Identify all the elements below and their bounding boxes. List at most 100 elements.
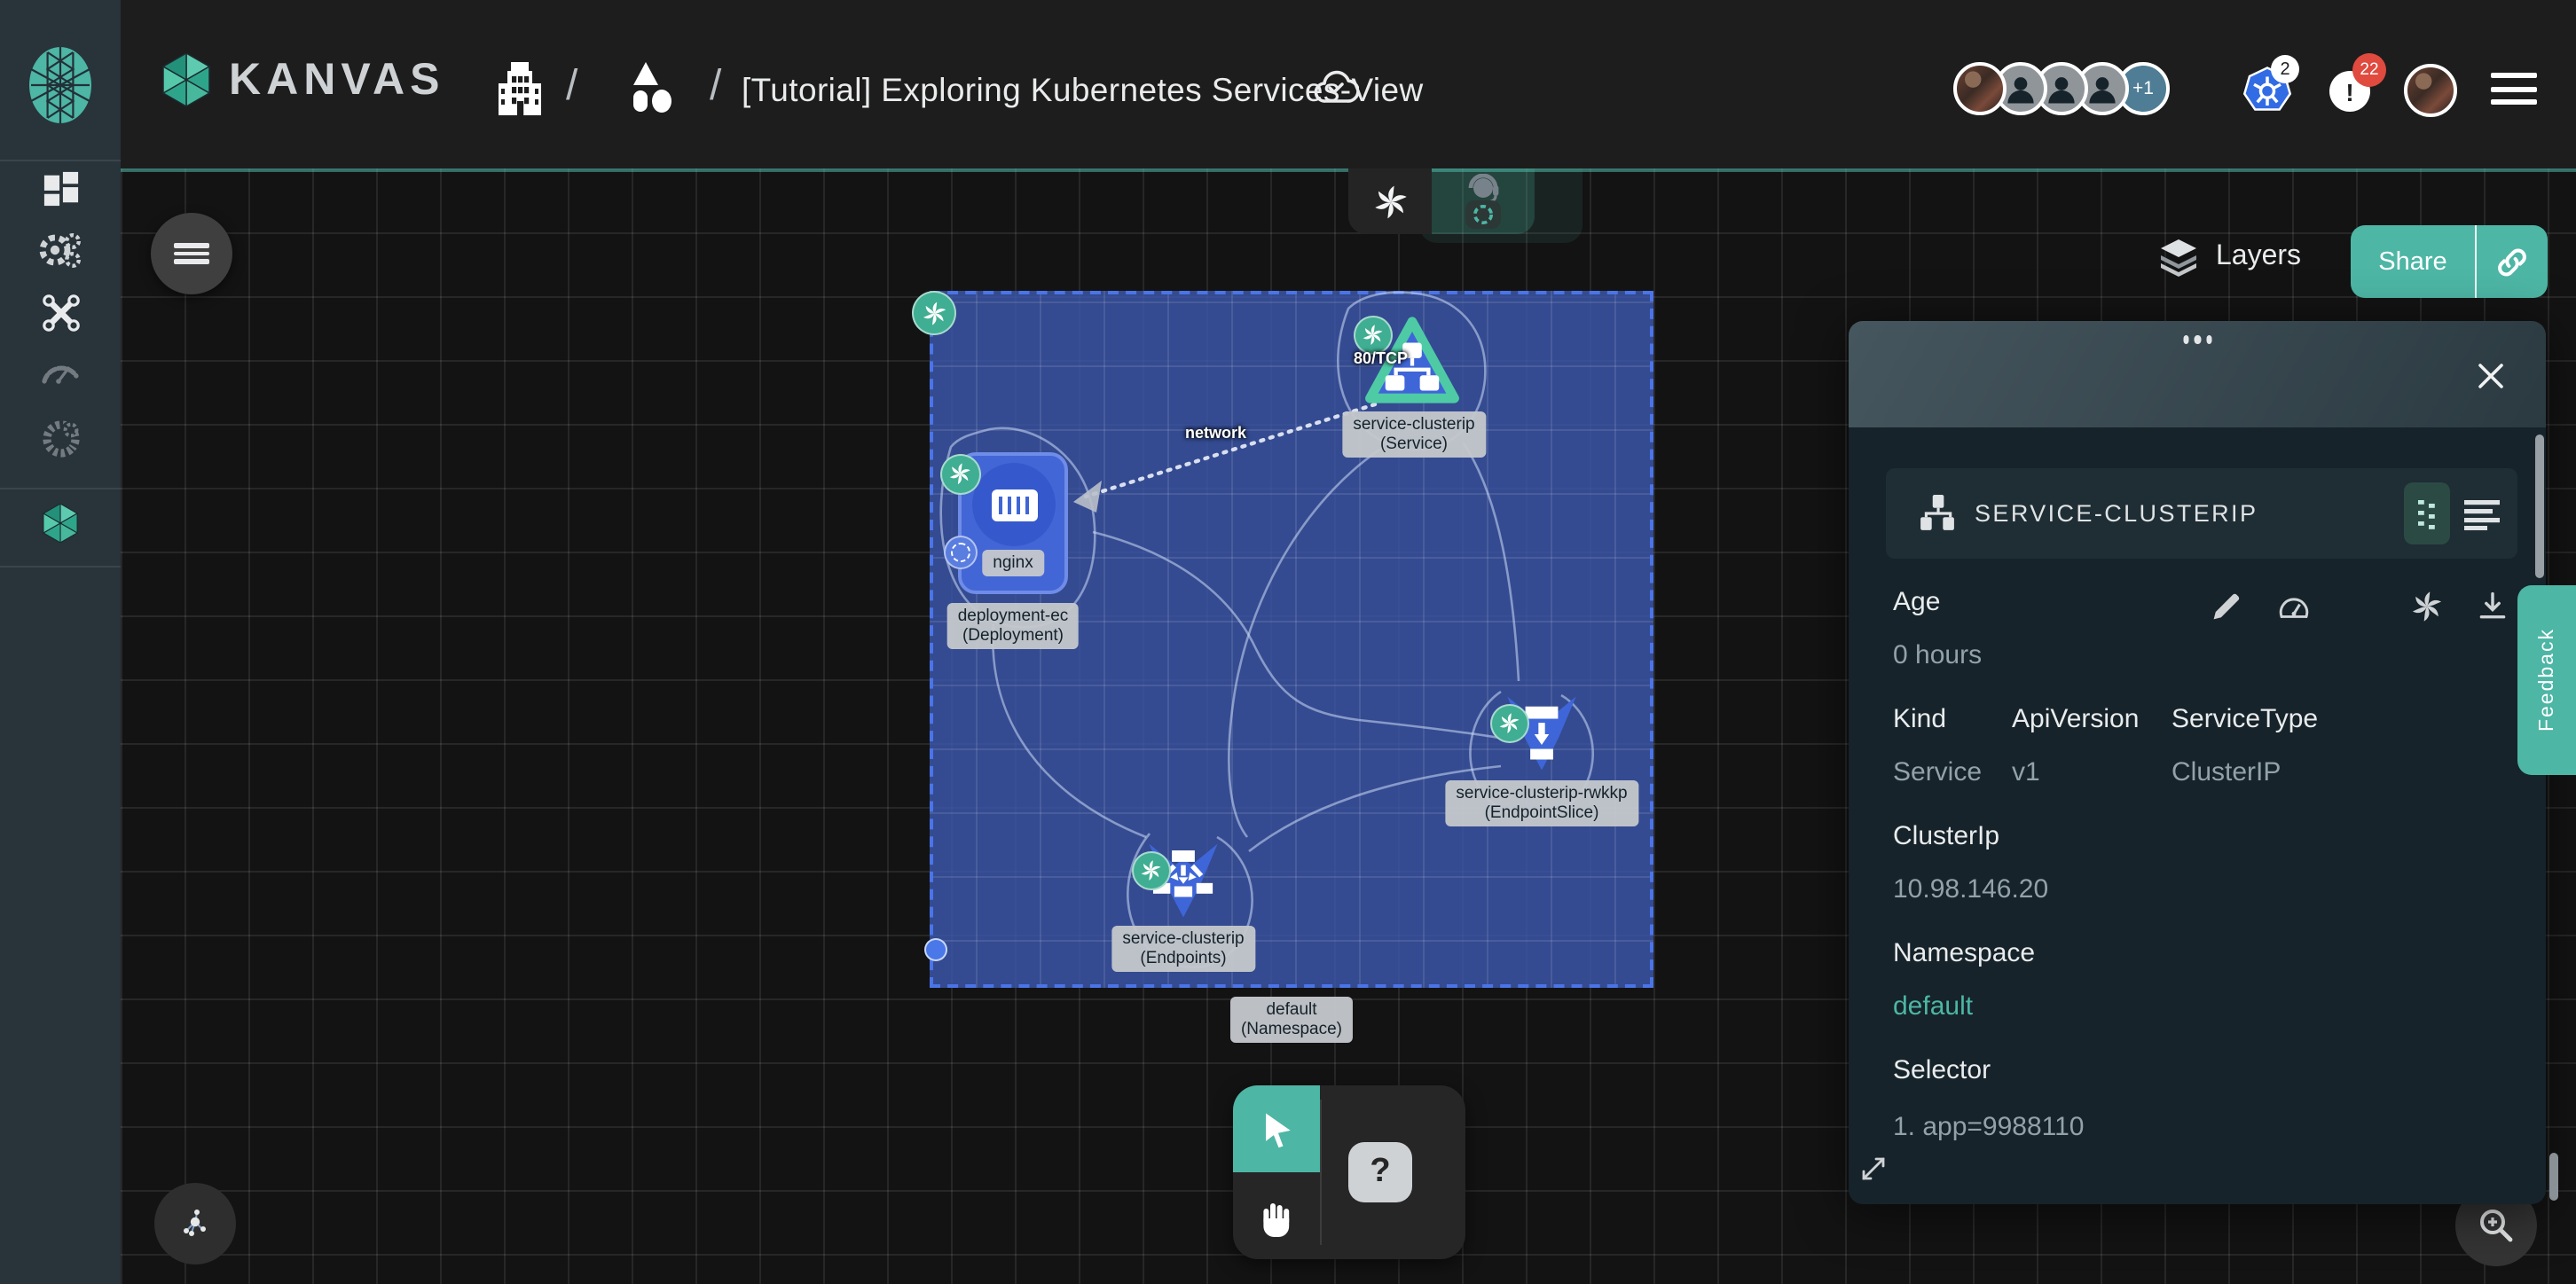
layers-control[interactable]: Layers (2157, 236, 2301, 278)
selector-label: Selector (1893, 1055, 1991, 1085)
user-avatar[interactable] (2404, 64, 2457, 117)
breadcrumb-separator: / (566, 62, 577, 112)
pinwheel-icon (1497, 711, 1521, 735)
performance-gauge-icon[interactable] (2278, 591, 2310, 622)
gauge-icon (39, 351, 82, 387)
edge-arrowhead (1073, 481, 1102, 513)
endpoints-status-badge[interactable] (1132, 851, 1171, 890)
feedback-tab[interactable]: Feedback (2517, 585, 2576, 775)
cloud-saved-icon (1313, 67, 1359, 106)
organization-icon[interactable] (499, 62, 541, 115)
deployment-label: deployment-ec(Deployment) (947, 603, 1080, 650)
resource-section-header[interactable]: SERVICE-CLUSTERIP (1886, 468, 2517, 559)
mesh-icon (40, 419, 81, 459)
namespace-value[interactable]: default (1893, 991, 1973, 1022)
pan-tool-button[interactable] (1233, 1172, 1320, 1259)
pinwheel-icon (1361, 323, 1385, 347)
list-icon (2464, 498, 2500, 530)
namespace-label: default(Namespace) (1230, 997, 1353, 1044)
compact-list-icon (2416, 497, 2438, 529)
designs-icon[interactable] (628, 62, 678, 115)
sidebar-item-mesh[interactable] (0, 419, 121, 459)
resource-title: SERVICE-CLUSTERIP (1975, 500, 2258, 527)
dashboard-icon (42, 170, 79, 207)
sidebar-item-kanvas[interactable] (0, 504, 121, 543)
endpointslice-status-badge[interactable] (1490, 704, 1529, 743)
selector-value: 1. app=9988110 (1893, 1112, 2085, 1142)
kanvas-app: Layers Share (0, 0, 2576, 1284)
menu-icon (174, 240, 209, 267)
brand[interactable]: KANVAS (160, 53, 444, 106)
pinwheel-icon (1139, 858, 1163, 882)
sidebar-item-configuration[interactable] (0, 293, 121, 333)
notifications-count-badge: 22 (2352, 53, 2386, 87)
collaborator-avatar[interactable] (1953, 62, 2007, 115)
age-label: Age (1893, 587, 1940, 617)
sidebar-item-lifecycle[interactable] (0, 231, 121, 271)
copy-link-button[interactable] (2477, 225, 2548, 298)
kubernetes-context-button[interactable]: 2 (2241, 66, 2294, 119)
select-tool-button[interactable] (1233, 1085, 1320, 1172)
view-toggle-list[interactable] (2461, 493, 2503, 536)
apiversion-label: ApiVersion (2012, 704, 2139, 734)
servicetype-value: ClusterIP (2172, 757, 2281, 787)
drag-handle-icon[interactable] (2183, 335, 2212, 343)
edge-label: network (1185, 424, 1246, 442)
clusterip-value: 10.98.146.20 (1893, 874, 2048, 904)
view-toggle-compact[interactable] (2404, 482, 2450, 544)
namespace-status-badge[interactable] (912, 291, 956, 335)
toolbar-divider (1320, 1100, 1322, 1245)
service-port-label: 80/TCP (1354, 349, 1408, 367)
panel-header[interactable] (1849, 321, 2546, 427)
app-menu-button[interactable] (2491, 73, 2537, 113)
deployment-status-badge[interactable] (940, 454, 981, 495)
kubernetes-count-badge: 2 (2271, 55, 2299, 83)
endpointslice-label: service-clusterip-rwkkp(EndpointSlice) (1445, 780, 1637, 827)
endpoints-label: service-clusterip(Endpoints) (1111, 926, 1254, 973)
deployment-icon (972, 463, 1056, 546)
layers-icon (2157, 236, 2200, 278)
share-label[interactable]: Share (2351, 225, 2475, 298)
sidebar-item-performance[interactable] (0, 351, 121, 387)
network-edge (1086, 404, 1375, 497)
feedback-label: Feedback (2536, 628, 2557, 732)
notifications-button[interactable]: ! 22 (2329, 71, 2370, 112)
gears-icon (39, 231, 82, 271)
selection-handle[interactable] (924, 938, 947, 961)
close-icon[interactable] (2475, 360, 2507, 392)
kanvas-icon (41, 504, 80, 543)
page-scrollbar[interactable] (2549, 1153, 2558, 1201)
tools-icon (40, 293, 81, 333)
canvas-menu-button[interactable] (151, 213, 232, 294)
kanvas-logo-icon (160, 53, 213, 106)
pinwheel-icon (948, 462, 974, 488)
cursor-icon (1255, 1108, 1298, 1150)
container-chip[interactable]: nginx (982, 550, 1043, 576)
brand-wordmark: KANVAS (229, 54, 444, 106)
download-icon[interactable] (2477, 591, 2509, 622)
canvas-help-button[interactable]: ? (1348, 1142, 1412, 1202)
edit-icon[interactable] (2211, 591, 2242, 622)
provider-logo[interactable] (27, 46, 94, 124)
relationships-button[interactable] (154, 1183, 236, 1264)
hand-icon (1255, 1194, 1298, 1237)
link-icon (2494, 244, 2530, 279)
share-button[interactable]: Share (2351, 225, 2548, 298)
apiversion-value: v1 (2012, 757, 2040, 787)
meshery-operator-icon[interactable] (2409, 589, 2445, 624)
servicetype-label: ServiceType (2172, 704, 2318, 734)
graph-icon (176, 1204, 215, 1243)
details-panel: SERVICE-CLUSTERIP (1849, 321, 2546, 1204)
deployment-sub-badge[interactable] (944, 536, 978, 569)
service-label: service-clusterip(Service) (1342, 411, 1485, 458)
kind-value: Service (1893, 757, 1982, 787)
panel-scrollbar[interactable] (2535, 435, 2544, 578)
namespace-label: Namespace (1893, 938, 2035, 968)
pinwheel-icon (920, 299, 947, 326)
hierarchy-icon (1918, 495, 1957, 532)
sidebar-item-dashboard[interactable] (0, 170, 121, 207)
age-value: 0 hours (1893, 640, 1982, 670)
resize-icon[interactable] (1859, 1155, 1888, 1183)
layers-label: Layers (2216, 241, 2301, 273)
kind-label: Kind (1893, 704, 1946, 734)
